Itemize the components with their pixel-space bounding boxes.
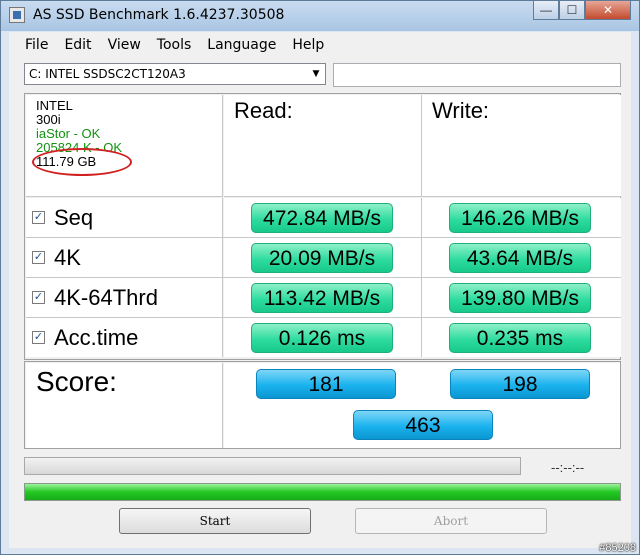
row-label-cell: ✓ Seq	[26, 198, 223, 237]
chevron-down-icon[interactable]: ▼	[307, 64, 325, 84]
result-row-4k: ✓ 4K 20.09 MB/s 43.64 MB/s	[26, 238, 621, 278]
result-row-acc-time: ✓ Acc.time 0.126 ms 0.235 ms	[26, 318, 621, 358]
4k-64thrd-read-value: 113.42 MB/s	[251, 283, 393, 313]
acc-time-read-value: 0.126 ms	[251, 323, 393, 353]
menu-language[interactable]: Language	[199, 32, 284, 58]
drive-select-value: C: INTEL SSDSC2CT120A3	[29, 67, 186, 81]
result-row-4k-64thrd: ✓ 4K-64Thrd 113.42 MB/s 139.80 MB/s	[26, 278, 621, 318]
score-label-cell: Score:	[26, 363, 223, 448]
title-bar[interactable]: AS SSD Benchmark 1.6.4237.30508 — ☐ ✕	[1, 1, 639, 31]
window-title: AS SSD Benchmark 1.6.4237.30508	[33, 7, 285, 23]
window-controls: — ☐ ✕	[533, 1, 631, 21]
4k-64thrd-checkbox[interactable]: ✓	[32, 291, 45, 304]
result-row-seq: ✓ Seq 472.84 MB/s 146.26 MB/s	[26, 198, 621, 238]
drive-vendor: INTEL	[36, 98, 73, 113]
row-label-cell: ✓ Acc.time	[26, 318, 223, 357]
4k-64thrd-write-value: 139.80 MB/s	[449, 283, 591, 313]
write-cell: 146.26 MB/s	[422, 198, 621, 237]
menu-tools[interactable]: Tools	[149, 32, 200, 58]
app-icon	[9, 7, 25, 23]
seq-checkbox[interactable]: ✓	[32, 211, 45, 224]
minimize-button[interactable]: —	[533, 1, 559, 20]
abort-button[interactable]: Abort	[355, 508, 547, 534]
row-label-cell: ✓ 4K-64Thrd	[26, 278, 223, 317]
app-window: AS SSD Benchmark 1.6.4237.30508 — ☐ ✕ Fi…	[0, 0, 640, 555]
red-circle-annotation	[32, 148, 132, 176]
write-score: 198	[450, 369, 590, 399]
write-cell: 0.235 ms	[422, 318, 621, 357]
4k-read-value: 20.09 MB/s	[251, 243, 393, 273]
read-cell: 113.42 MB/s	[224, 278, 422, 317]
score-values: 181 198 463	[224, 363, 620, 448]
driver-status: iaStor - OK	[36, 126, 101, 141]
score-panel: Score: 181 198 463	[24, 361, 621, 449]
start-button[interactable]: Start	[119, 508, 311, 534]
menu-edit[interactable]: Edit	[56, 32, 99, 58]
drive-info: INTEL 300i iaStor - OK 205824 K - OK 111…	[26, 95, 223, 197]
write-cell: 43.64 MB/s	[422, 238, 621, 277]
row-label: 4K	[54, 245, 81, 270]
write-header: Write:	[422, 95, 621, 197]
4k-write-value: 43.64 MB/s	[449, 243, 591, 273]
close-button[interactable]: ✕	[585, 1, 631, 20]
read-score: 181	[256, 369, 396, 399]
status-progress-bar	[24, 483, 621, 501]
row-label-cell: ✓ 4K	[26, 238, 223, 277]
seq-write-value: 146.26 MB/s	[449, 203, 591, 233]
drive-select[interactable]: C: INTEL SSDSC2CT120A3 ▼	[24, 63, 326, 85]
row-label: Seq	[54, 205, 94, 230]
client-area: File Edit View Tools Language Help C: IN…	[9, 32, 631, 548]
maximize-button[interactable]: ☐	[559, 1, 585, 20]
read-cell: 0.126 ms	[224, 318, 422, 357]
menu-bar: File Edit View Tools Language Help	[9, 32, 631, 58]
acc-time-write-value: 0.235 ms	[449, 323, 591, 353]
score-label: Score:	[36, 366, 117, 397]
write-cell: 139.80 MB/s	[422, 278, 621, 317]
read-cell: 20.09 MB/s	[224, 238, 422, 277]
watermark: #85208	[599, 542, 636, 554]
menu-view[interactable]: View	[100, 32, 149, 58]
drive-firmware: 300i	[36, 112, 61, 127]
menu-file[interactable]: File	[9, 32, 56, 58]
read-header: Read:	[224, 95, 422, 197]
results-panel: INTEL 300i iaStor - OK 205824 K - OK 111…	[24, 93, 621, 360]
info-field[interactable]	[333, 63, 621, 87]
benchmark-progress-bar	[24, 457, 521, 475]
menu-help[interactable]: Help	[284, 32, 332, 58]
row-label: Acc.time	[54, 325, 139, 350]
acc-time-checkbox[interactable]: ✓	[32, 331, 45, 344]
row-label: 4K-64Thrd	[54, 285, 158, 310]
seq-read-value: 472.84 MB/s	[251, 203, 393, 233]
total-score: 463	[353, 410, 493, 440]
elapsed-time: --:--:--	[551, 460, 585, 475]
4k-checkbox[interactable]: ✓	[32, 251, 45, 264]
read-cell: 472.84 MB/s	[224, 198, 422, 237]
